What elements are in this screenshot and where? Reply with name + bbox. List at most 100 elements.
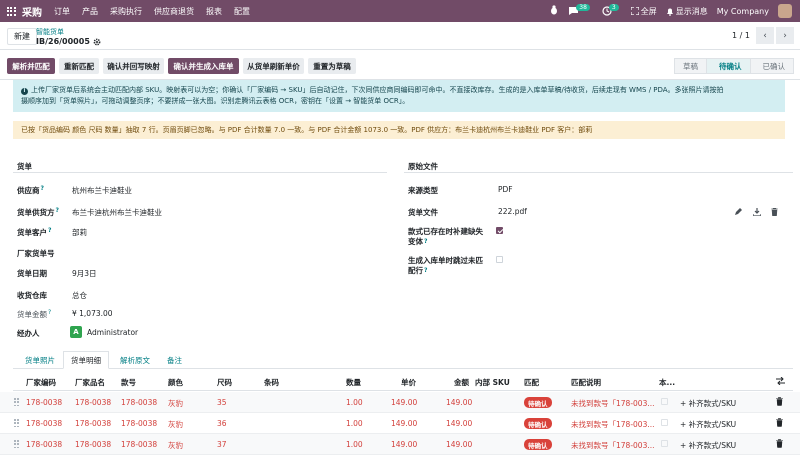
new-button[interactable]: 新建 (7, 28, 37, 45)
col-internal-sku[interactable]: 内部 SKU (475, 377, 510, 388)
apps-menu-icon[interactable] (0, 0, 22, 22)
source-type-label: 来源类型 (408, 186, 438, 195)
bill-file-field[interactable]: 222.pdf (498, 207, 527, 216)
col-vendor-code[interactable]: 厂家编码 (26, 377, 56, 388)
info-icon: i (21, 88, 28, 95)
record-name: IB/26/00005 (36, 37, 90, 46)
complete-sku-button[interactable]: + 补齐款式/SKU (680, 440, 736, 451)
table-row[interactable]: 178-0038 178-0038 178-0038 灰豹 36 1.00 149.00 14… (0, 413, 800, 434)
app-brand[interactable]: 采购 (22, 4, 42, 19)
complete-sku-label: 补齐款式/SKU (688, 399, 737, 408)
skip-unmatched-checkbox[interactable] (496, 256, 503, 263)
col-match[interactable]: 匹配 (524, 377, 539, 388)
gear-icon[interactable] (93, 38, 101, 46)
bill-customer-field[interactable]: 部莉 (72, 227, 87, 238)
row-checkbox[interactable] (661, 440, 668, 447)
confirm-generate-receipt-button[interactable]: 确认并生成入库单 (168, 58, 239, 74)
row-checkbox[interactable] (661, 419, 668, 426)
warehouse-field[interactable]: 总仓 (72, 290, 87, 301)
cell-vendor-code: 178-0038 (26, 419, 63, 428)
row-checkbox[interactable] (661, 398, 668, 405)
bill-date-label: 货单日期 (17, 269, 47, 278)
amount-field[interactable]: ¥ 1,073.00 (72, 309, 113, 318)
tab-bill-lines[interactable]: 货单明细 (63, 351, 109, 369)
breadcrumb-parent[interactable]: 智能货单 (36, 27, 64, 37)
delete-row-icon[interactable] (776, 439, 783, 448)
menu-purchase-execution[interactable]: 采购执行 (110, 6, 142, 17)
parse-match-button[interactable]: 解析并匹配 (7, 58, 55, 74)
rematch-button[interactable]: 重新匹配 (59, 58, 99, 74)
col-size[interactable]: 尺码 (217, 377, 232, 388)
delete-row-icon[interactable] (776, 418, 783, 427)
drag-handle-icon[interactable] (14, 440, 19, 449)
vendor-bill-no-field[interactable] (72, 248, 172, 258)
pager-previous-icon[interactable]: ‹ (756, 27, 774, 44)
warning-alert: 已按「货品编码 颜色 尺码 数量」抽取 7 行。页眉页脚已忽略。与 PDF 合计… (13, 121, 785, 139)
complete-sku-button[interactable]: + 补齐款式/SKU (680, 398, 736, 409)
status-to-confirm[interactable]: 待确认 (706, 58, 751, 74)
col-barcode[interactable]: 条码 (264, 377, 279, 388)
chat-icon[interactable]: 38 (568, 3, 593, 16)
column-settings-icon[interactable] (776, 377, 785, 385)
delete-file-icon[interactable] (771, 208, 778, 216)
cell-amount: 149.00 (446, 440, 473, 449)
complete-sku-label: 补齐款式/SKU (688, 441, 737, 450)
refresh-price-button[interactable]: 从货单刷新单价 (243, 58, 304, 74)
chat-count-badge: 38 (576, 3, 590, 11)
cell-color: 灰豹 (168, 420, 183, 429)
pager-value[interactable]: 1 / 1 (732, 31, 750, 40)
confirm-writeback-button[interactable]: 确认并回写映射 (103, 58, 164, 74)
menu-vendor-returns[interactable]: 供应商退货 (154, 6, 194, 17)
plus-icon: + (680, 420, 689, 429)
fullscreen-button[interactable]: 全屏 (630, 6, 657, 17)
debug-icon[interactable] (549, 5, 559, 17)
table-row[interactable]: 178-0038 178-0038 178-0038 灰豹 37 1.00 149.00 14… (0, 434, 800, 455)
col-amount[interactable]: 金额 (454, 377, 469, 388)
col-this[interactable]: 本... (659, 377, 675, 388)
menu-orders[interactable]: 订单 (54, 6, 70, 17)
bill-date-field[interactable]: 9月3日 (72, 268, 97, 279)
bill-supplier-label: 货单供货方? (17, 207, 59, 217)
breadcrumb-current: IB/26/00005 (36, 37, 101, 46)
drag-handle-icon[interactable] (14, 419, 19, 428)
col-match-note[interactable]: 匹配说明 (571, 377, 601, 388)
status-draft[interactable]: 草稿 (674, 58, 707, 74)
reset-draft-button[interactable]: 重置为草稿 (308, 58, 356, 74)
handler-field[interactable]: Administrator (87, 328, 138, 337)
complete-sku-button[interactable]: + 补齐款式/SKU (680, 419, 736, 430)
cell-match-note: 未找到款号「178-003... (571, 441, 655, 450)
menu-configuration[interactable]: 配置 (234, 6, 250, 17)
source-type-field[interactable]: PDF (498, 185, 513, 194)
section-divider-bill (13, 172, 387, 173)
match-status-badge: 待确认 (524, 439, 552, 450)
status-bar: 草稿 待确认 已确认 (674, 58, 794, 74)
col-style[interactable]: 款号 (121, 377, 136, 388)
download-file-icon[interactable] (753, 208, 761, 216)
col-color[interactable]: 颜色 (168, 377, 183, 388)
col-qty[interactable]: 数量 (346, 377, 361, 388)
col-price[interactable]: 单价 (401, 377, 416, 388)
edit-file-icon[interactable] (734, 208, 742, 216)
tab-parsed-text[interactable]: 解析原文 (113, 351, 157, 369)
show-messages-button[interactable]: 显示消息 (666, 6, 708, 17)
company-switcher[interactable]: My Company (717, 7, 769, 16)
cell-price: 149.00 (391, 419, 418, 428)
menu-reports[interactable]: 报表 (206, 6, 222, 17)
variant-option-checkbox[interactable] (496, 227, 503, 234)
supplier-field[interactable]: 杭州布兰卡迪鞋业 (72, 185, 132, 196)
bill-supplier-field[interactable]: 布兰卡迪杭州布兰卡迪鞋业 (72, 207, 162, 218)
bill-customer-label: 货单客户? (17, 227, 52, 237)
status-confirmed[interactable]: 已确认 (749, 58, 794, 74)
delete-row-icon[interactable] (776, 397, 783, 406)
col-vendor-name[interactable]: 厂家品名 (75, 377, 105, 388)
tab-bill-photos[interactable]: 货单照片 (18, 351, 62, 369)
menu-products[interactable]: 产品 (82, 6, 98, 17)
match-status-badge: 待确认 (524, 418, 552, 429)
user-avatar[interactable] (778, 4, 792, 18)
activity-icon[interactable]: 3 (602, 3, 622, 16)
pager-next-icon[interactable]: › (776, 27, 794, 44)
table-row[interactable]: 178-0038 178-0038 178-0038 灰豹 35 1.00 149.00 14… (0, 392, 800, 413)
drag-handle-icon[interactable] (14, 398, 19, 407)
tab-notes[interactable]: 备注 (160, 351, 189, 369)
fullscreen-label: 全屏 (640, 6, 657, 16)
